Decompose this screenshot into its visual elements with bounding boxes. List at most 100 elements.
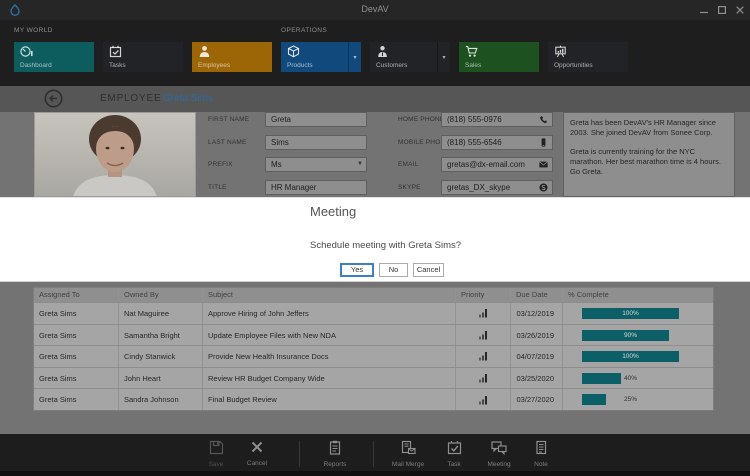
tile-sales[interactable]: Sales — [459, 42, 539, 72]
column-header-due-date[interactable]: Due Date — [511, 288, 563, 302]
cancel-button[interactable]: Cancel — [413, 263, 444, 277]
cancel-button[interactable]: Cancel — [233, 440, 281, 470]
dialog-message: Schedule meeting with Greta Sims? — [310, 240, 461, 251]
products-dropdown-arrow[interactable]: ▾ — [348, 42, 361, 72]
progress-bar: 25% — [582, 394, 679, 405]
toolbar-separator — [373, 441, 374, 467]
employee-name: Greta Sims — [163, 93, 213, 104]
progress-bar: 90% — [582, 330, 679, 341]
tile-dashboard[interactable]: Dashboard — [14, 42, 94, 72]
table-row[interactable]: Greta Sims Sandra Johnson Final Budget R… — [34, 388, 713, 410]
priority-icon — [479, 308, 488, 318]
table-row[interactable]: Greta Sims Cindy Stanwick Provide New He… — [34, 345, 713, 367]
progress-bar: 100% — [582, 351, 679, 362]
minimize-icon — [700, 6, 708, 14]
cube-icon — [287, 45, 300, 58]
email-input[interactable]: gretas@dx-email.com — [441, 157, 553, 172]
mail-merge-button[interactable]: Mail Merge — [384, 440, 432, 470]
priority-icon — [479, 351, 488, 361]
tile-tasks[interactable]: Tasks — [103, 42, 183, 72]
tile-products[interactable]: Products ▾ — [281, 42, 361, 72]
first-name-label: FIRST NAME — [208, 112, 249, 127]
mobile-phone-input[interactable]: (818) 555-6546 — [441, 135, 553, 150]
priority-icon — [479, 395, 488, 405]
table-row[interactable]: Greta Sims John Heart Review HR Budget C… — [34, 367, 713, 389]
employee-section-label: EMPLOYEE — [100, 93, 161, 104]
last-name-input[interactable]: Sims — [265, 135, 367, 150]
home-phone-label: HOME PHONE — [398, 112, 444, 127]
bottom-toolbar: Save Cancel Reports Mail Merge Task Meet… — [0, 434, 750, 476]
employee-form: FIRST NAME Greta LAST NAME Sims PREFIX M… — [0, 112, 750, 197]
cart-icon — [465, 45, 478, 58]
mail-merge-icon — [401, 440, 416, 455]
table-row[interactable]: Greta Sims Nat Maguiree Approve Hiring o… — [34, 302, 713, 324]
column-header-priority[interactable]: Priority — [456, 288, 511, 302]
ribbon-group-label: MY WORLD — [14, 27, 53, 34]
prefix-label: PREFIX — [208, 157, 233, 172]
column-header-assigned-to[interactable]: Assigned To — [34, 288, 119, 302]
gauge-icon — [20, 45, 33, 58]
tile-employees[interactable]: Employees — [192, 42, 272, 72]
meeting-icon — [491, 440, 507, 455]
prefix-dropdown[interactable]: Ms▼ — [265, 157, 367, 172]
first-name-input[interactable]: Greta — [265, 112, 367, 127]
title-label: TITLE — [208, 180, 227, 195]
progress-bar: 100% — [582, 308, 679, 319]
home-phone-input[interactable]: (818) 555-0976 — [441, 112, 553, 127]
maximize-button[interactable] — [713, 0, 730, 19]
note-button[interactable]: Note — [517, 440, 565, 470]
back-button[interactable] — [44, 89, 63, 108]
dialog-title: Meeting — [310, 204, 356, 219]
task-icon — [447, 440, 462, 455]
cancel-x-icon — [250, 440, 264, 454]
maximize-icon — [718, 6, 726, 14]
meeting-button[interactable]: Meeting — [475, 440, 523, 470]
meeting-dialog: Meeting Schedule meeting with Greta Sims… — [0, 197, 750, 282]
tile-opportunities[interactable]: Opportunities — [548, 42, 628, 72]
toolbar-separator — [299, 441, 300, 467]
customer-icon — [376, 45, 389, 58]
close-button[interactable] — [731, 0, 748, 19]
tasks-table: Assigned To Owned By Subject Priority Du… — [33, 287, 714, 411]
devav-window: DevAV MY WORLD OPERATIONS Dashboard — [0, 0, 750, 476]
tile-customers[interactable]: Customers ▾ — [370, 42, 450, 72]
employee-header: EMPLOYEE Greta Sims — [0, 86, 750, 112]
title-bar: DevAV — [0, 0, 750, 20]
skype-input[interactable]: gretas_DX_skype — [441, 180, 553, 195]
mobile-icon — [539, 138, 548, 147]
reports-button[interactable]: Reports — [311, 440, 359, 470]
table-header-row: Assigned To Owned By Subject Priority Du… — [34, 288, 713, 302]
skype-label: SKYPE — [398, 180, 421, 195]
chevron-down-icon[interactable]: ▼ — [357, 158, 363, 171]
note-icon — [534, 440, 548, 455]
customers-dropdown-arrow[interactable]: ▾ — [437, 42, 450, 72]
ribbon-group-label: OPERATIONS — [281, 27, 327, 34]
email-icon — [539, 160, 548, 169]
priority-icon — [479, 330, 488, 340]
chart-board-icon — [554, 45, 567, 58]
column-header-subject[interactable]: Subject — [203, 288, 456, 302]
table-row[interactable]: Greta Sims Samantha Bright Update Employ… — [34, 324, 713, 346]
last-name-label: LAST NAME — [208, 135, 247, 150]
column-header-complete[interactable]: % Complete — [563, 288, 713, 302]
progress-bar: 40% — [582, 373, 679, 384]
email-label: EMAIL — [398, 157, 419, 172]
skype-icon — [539, 183, 548, 192]
column-header-owned-by[interactable]: Owned By — [119, 288, 203, 302]
task-button[interactable]: Task — [430, 440, 478, 470]
title-input[interactable]: HR Manager — [265, 180, 367, 195]
phone-icon — [539, 115, 548, 124]
priority-icon — [479, 373, 488, 383]
employee-notes[interactable]: Greta has been DevAV's HR Manager since … — [563, 112, 735, 197]
yes-button[interactable]: Yes — [340, 263, 374, 277]
save-icon — [209, 440, 224, 455]
tasks-section: Assigned To Owned By Subject Priority Du… — [0, 282, 750, 434]
report-icon — [328, 440, 342, 455]
employee-photo — [34, 112, 196, 197]
ribbon: MY WORLD OPERATIONS Dashboard Tasks — [0, 20, 750, 86]
person-icon — [198, 45, 211, 58]
no-button[interactable]: No — [379, 263, 408, 277]
window-title: DevAV — [0, 4, 750, 14]
close-icon — [736, 6, 744, 14]
minimize-button[interactable] — [695, 0, 712, 19]
